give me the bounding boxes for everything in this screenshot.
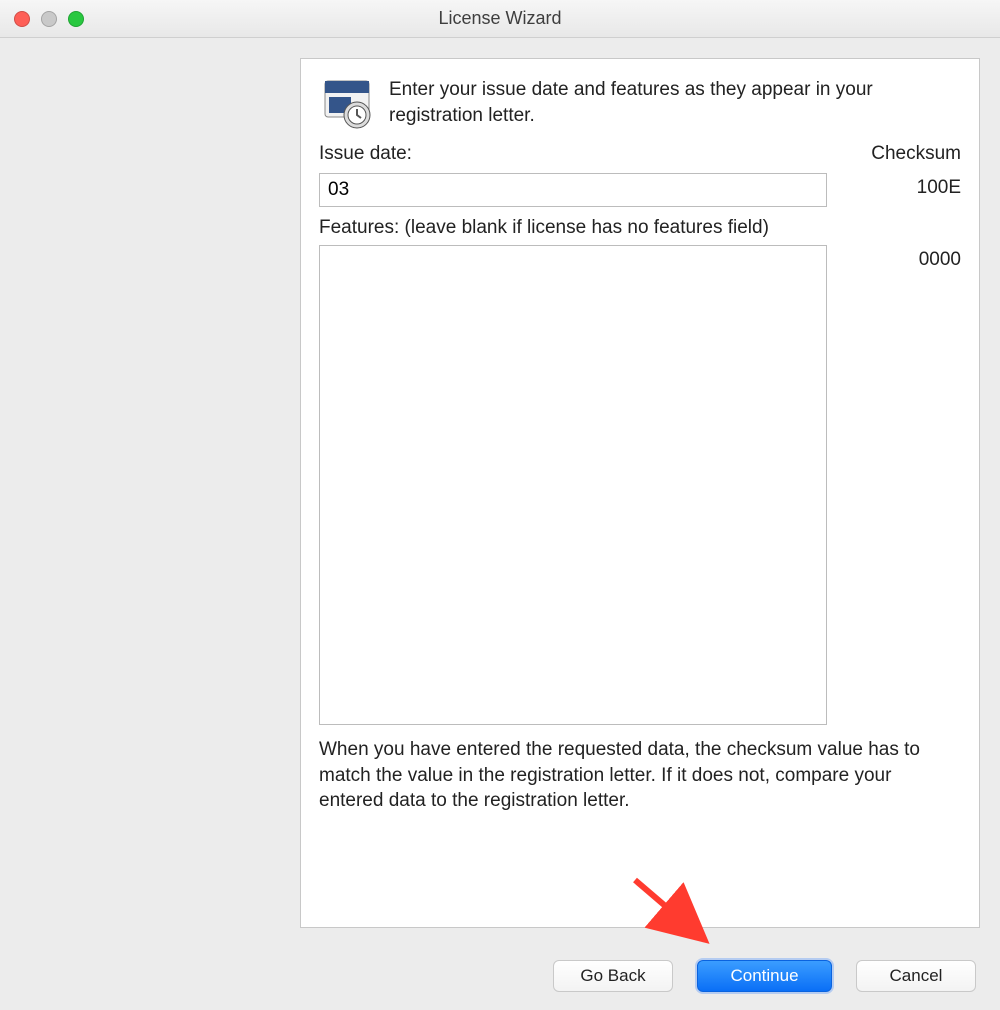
wizard-icon [319, 75, 375, 131]
button-bar: Go Back Continue Cancel [0, 960, 1000, 992]
issue-date-label: Issue date: [319, 143, 827, 165]
titlebar: License Wizard [0, 0, 1000, 38]
minimize-window-button[interactable] [41, 11, 57, 27]
go-back-button[interactable]: Go Back [553, 960, 673, 992]
cancel-button[interactable]: Cancel [856, 960, 976, 992]
features-label: Features: (leave blank if license has no… [319, 217, 961, 239]
license-wizard-panel: Enter your issue date and features as th… [300, 58, 980, 928]
issue-date-checksum: 100E [841, 173, 961, 199]
features-input[interactable] [319, 245, 827, 725]
checksum-help-text: When you have entered the requested data… [319, 737, 961, 814]
panel-intro-text: Enter your issue date and features as th… [389, 77, 961, 128]
traffic-lights [14, 11, 84, 27]
checksum-label: Checksum [841, 143, 961, 165]
zoom-window-button[interactable] [68, 11, 84, 27]
issue-date-section: Issue date: Checksum 100E [319, 143, 961, 207]
features-checksum: 0000 [841, 245, 961, 271]
window-title: License Wizard [0, 8, 1000, 29]
continue-button[interactable]: Continue [697, 960, 832, 992]
features-section: 0000 [319, 245, 961, 725]
issue-date-input[interactable] [319, 173, 827, 207]
close-window-button[interactable] [14, 11, 30, 27]
panel-header: Enter your issue date and features as th… [319, 75, 961, 131]
window-body: Enter your issue date and features as th… [0, 38, 1000, 1010]
